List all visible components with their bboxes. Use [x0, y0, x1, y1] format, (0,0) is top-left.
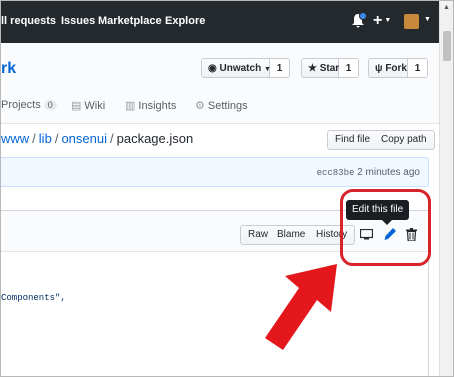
bell-icon[interactable] — [351, 12, 367, 29]
tab-insights[interactable]: ▥ Insights — [125, 99, 176, 112]
star-label: Star — [319, 63, 340, 74]
repo-name-link[interactable]: rk — [1, 60, 16, 78]
notification-dot — [359, 12, 367, 20]
fork-button[interactable]: ψ Fork — [368, 58, 408, 78]
avatar[interactable] — [404, 14, 419, 29]
tab-projects[interactable]: Projects 0 — [1, 99, 57, 111]
plus-icon: + — [373, 12, 383, 29]
gear-icon: ⚙ — [195, 100, 205, 112]
nav-explore[interactable]: Explore — [165, 15, 205, 27]
find-file-button[interactable]: Find file — [327, 130, 379, 150]
star-count[interactable]: 1 — [339, 58, 359, 78]
commit-meta: ecc83be 2 minutes ago — [317, 167, 420, 178]
unwatch-button[interactable]: ◉ Unwatch ▼ — [201, 58, 271, 78]
star-button[interactable]: ★ Star — [301, 58, 339, 78]
chevron-down-icon[interactable]: ▼ — [424, 16, 431, 23]
commit-time: 2 minutes ago — [357, 167, 420, 178]
copy-path-button[interactable]: Copy path — [374, 130, 435, 150]
breadcrumb-file: package.json — [116, 131, 194, 146]
fork-label: Fork — [385, 63, 407, 74]
commit-sha-link[interactable]: ecc83be — [317, 168, 355, 178]
tab-wiki-label: Wiki — [84, 100, 106, 112]
nav-pull-requests[interactable]: ll requests — [1, 15, 56, 27]
repo-header: rk ◉ Unwatch ▼ 1 ★ Star 1 ψ Fork 1 Proje… — [1, 43, 439, 124]
eye-icon: ◉ — [208, 63, 217, 74]
unwatch-label: Unwatch — [219, 63, 262, 74]
latest-commit-bar: ecc83be 2 minutes ago — [1, 157, 429, 187]
code-line: Components", — [1, 293, 66, 303]
tab-settings[interactable]: ⚙ Settings — [195, 99, 248, 112]
edit-file-tooltip: Edit this file — [346, 200, 410, 225]
graph-icon: ▥ — [125, 100, 136, 112]
projects-count-badge: 0 — [43, 100, 57, 110]
scrollbar[interactable]: ▲ — [439, 1, 453, 376]
global-header: ll requests Issues Marketplace Explore +… — [1, 1, 439, 43]
breadcrumb-www[interactable]: www — [1, 131, 29, 146]
chevron-down-icon: ▼ — [384, 17, 392, 25]
watch-count[interactable]: 1 — [270, 58, 290, 78]
breadcrumb-separator: / — [32, 131, 36, 146]
browser-frame: ll requests Issues Marketplace Explore +… — [0, 0, 454, 377]
nav-issues[interactable]: Issues — [61, 15, 95, 27]
red-arrow — [265, 264, 337, 350]
fork-count[interactable]: 1 — [408, 58, 428, 78]
scroll-up-icon[interactable]: ▲ — [443, 4, 450, 11]
breadcrumb-separator: / — [54, 131, 59, 146]
tab-insights-label: Insights — [138, 100, 177, 112]
breadcrumb-lib[interactable]: lib — [39, 131, 52, 146]
breadcrumb-separator: / — [109, 131, 114, 146]
tab-wiki[interactable]: ▤ Wiki — [71, 99, 105, 112]
breadcrumb: www / lib / onsenui / package.json — [1, 131, 193, 146]
nav-marketplace[interactable]: Marketplace — [98, 15, 162, 27]
new-menu-button[interactable]: + ▼ — [373, 12, 391, 30]
tab-settings-label: Settings — [207, 100, 248, 112]
star-icon: ★ — [308, 63, 317, 74]
book-icon: ▤ — [71, 100, 82, 112]
blame-button[interactable]: Blame — [270, 225, 314, 245]
tab-projects-label: Projects — [1, 99, 41, 111]
fork-icon: ψ — [375, 63, 383, 74]
breadcrumb-onsenui[interactable]: onsenui — [61, 131, 107, 146]
scroll-thumb[interactable] — [443, 31, 451, 61]
